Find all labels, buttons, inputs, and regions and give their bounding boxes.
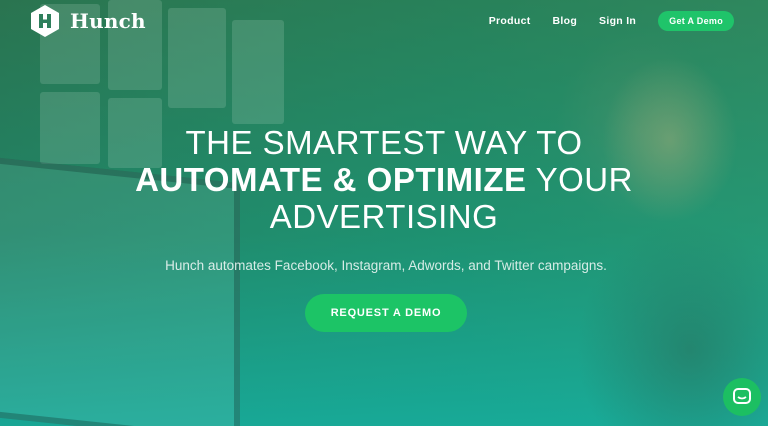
headline-line-1: THE SMARTEST WAY TO — [185, 124, 583, 161]
brand-name: Hunch — [70, 9, 146, 33]
brand-logo[interactable]: Hunch — [28, 4, 146, 38]
chat-bubble-icon — [733, 388, 751, 404]
headline-line-2: AUTOMATE & OPTIMIZE YOUR — [0, 161, 768, 198]
headline-light-phrase: YOUR — [526, 161, 633, 198]
hexagon-h-logo-icon — [31, 5, 59, 37]
headline-line-3: ADVERTISING — [269, 198, 499, 235]
headline-bold-phrase: AUTOMATE & OPTIMIZE — [135, 161, 527, 198]
hero-subheading: Hunch automates Facebook, Instagram, Adw… — [165, 258, 607, 273]
request-a-demo-button[interactable]: REQUEST A DEMO — [305, 294, 467, 332]
hero-headline: THE SMARTEST WAY TO AUTOMATE & OPTIMIZE … — [0, 124, 768, 235]
nav-links: Product Blog Sign In Get A Demo — [489, 11, 734, 31]
chat-widget-button[interactable] — [723, 378, 761, 416]
nav-link-sign-in[interactable]: Sign In — [599, 15, 636, 27]
nav-link-product[interactable]: Product — [489, 15, 531, 27]
get-a-demo-button[interactable]: Get A Demo — [658, 11, 734, 31]
top-navigation: Hunch Product Blog Sign In Get A Demo — [0, 0, 768, 42]
nav-link-blog[interactable]: Blog — [553, 15, 578, 27]
